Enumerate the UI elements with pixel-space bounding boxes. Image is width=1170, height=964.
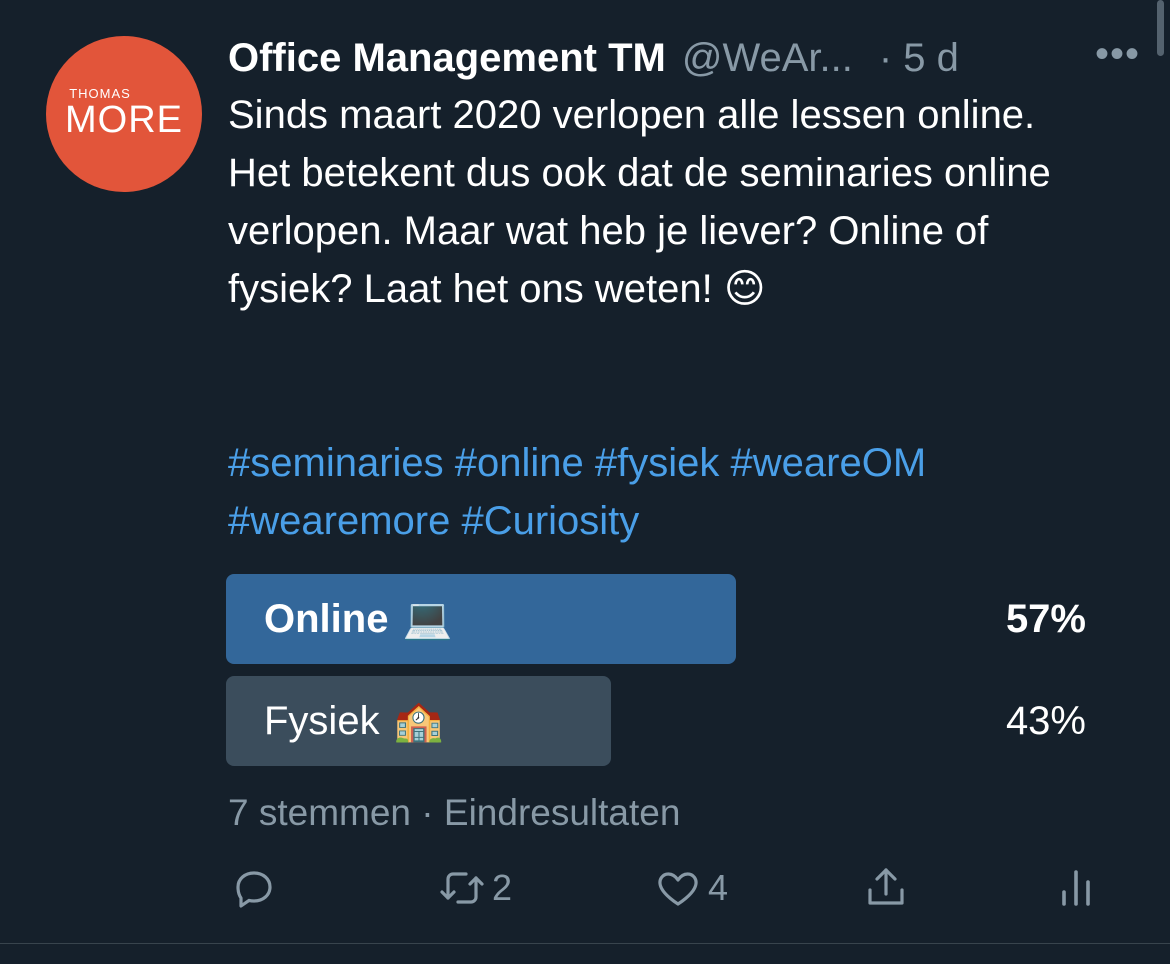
poll: Online 💻 57% Fysiek 🏫 43% — [226, 574, 1086, 778]
hashtag-link[interactable]: #online — [455, 441, 584, 485]
poll-option-fysiek: Fysiek 🏫 43% — [226, 676, 1086, 766]
poll-meta: 7 stemmen · Eindresultaten — [228, 792, 681, 833]
like-count: 4 — [708, 867, 729, 908]
reply-icon — [236, 871, 272, 908]
hashtag-link[interactable]: #seminaries — [228, 441, 444, 485]
laptop-icon: 💻 — [402, 596, 453, 642]
reply-button[interactable] — [230, 858, 284, 918]
retweet-button[interactable]: 2 — [438, 858, 512, 918]
poll-percentage: 43% — [1005, 699, 1086, 743]
author-handle[interactable]: @WeAr... — [682, 36, 853, 81]
hashtag-link[interactable]: #weareOM — [731, 441, 927, 485]
share-button[interactable] — [862, 858, 910, 918]
retweet-icon — [440, 872, 484, 904]
avatar-logo-text: MORE — [65, 99, 183, 141]
school-icon: 🏫 — [393, 698, 444, 744]
poll-option-label: Fysiek — [264, 699, 380, 743]
hashtag-link[interactable]: #Curiosity — [461, 499, 639, 543]
scrollbar[interactable] — [1157, 0, 1164, 56]
retweet-count: 2 — [492, 867, 513, 908]
author-name[interactable]: Office Management TM — [228, 36, 666, 81]
hashtag-link[interactable]: #wearemore — [228, 499, 450, 543]
tweet-text: Sinds maart 2020 verlopen alle lessen on… — [228, 93, 1051, 311]
more-options-icon[interactable]: ••• — [1095, 32, 1140, 77]
hashtags: #seminaries #online #fysiek #weareOM #we… — [228, 434, 1128, 550]
poll-option-online: Online 💻 57% — [226, 574, 1086, 664]
tweet-timestamp[interactable]: · 5 d — [879, 36, 959, 81]
hashtag-link[interactable]: #fysiek — [595, 441, 720, 485]
tweet-actions: 2 4 — [226, 858, 1106, 918]
heart-icon — [658, 872, 698, 906]
share-icon — [868, 868, 904, 905]
analytics-icon — [1062, 870, 1090, 906]
avatar[interactable]: THOMAS MORE — [46, 36, 202, 192]
poll-percentage: 57% — [1005, 597, 1086, 641]
tweet: THOMAS MORE Office Management TM @WeAr..… — [0, 0, 1170, 964]
like-button[interactable]: 4 — [654, 858, 728, 918]
analytics-button[interactable] — [1052, 858, 1100, 918]
tweet-header: Office Management TM @WeAr... · 5 d ••• — [228, 28, 1140, 88]
divider — [0, 943, 1170, 944]
poll-option-label: Online — [264, 597, 389, 641]
